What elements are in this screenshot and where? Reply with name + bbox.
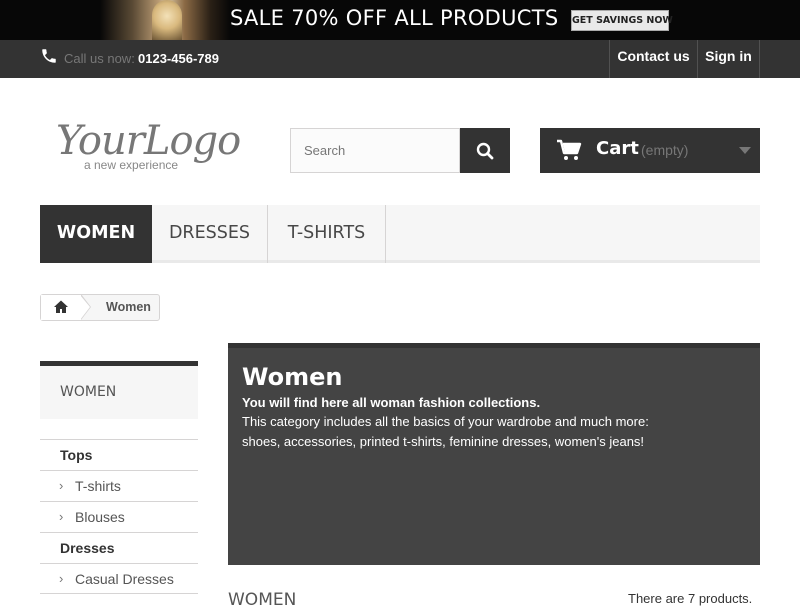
chevron-down-icon	[739, 147, 751, 154]
call-us-label: Call us now:	[64, 51, 135, 66]
phone-icon	[42, 49, 56, 63]
sidebar-item-label: Dresses	[60, 540, 115, 556]
breadcrumb-current: Women	[106, 300, 151, 314]
breadcrumb: Women	[40, 294, 160, 321]
chevron-right-icon: ›	[59, 571, 64, 586]
get-savings-button[interactable]: GET SAVINGS NOW	[571, 10, 673, 31]
top-nav-bar: Call us now: 0123-456-789 Contact us Sig…	[0, 40, 800, 78]
shopping-cart-icon	[557, 139, 582, 160]
site-logo[interactable]: YourLogo a new experience	[56, 118, 241, 178]
category-description-line2: shoes, accessories, printed t-shirts, fe…	[242, 434, 645, 449]
sidebar-title-text: WOMEN	[60, 384, 117, 400]
tab-women[interactable]: WOMEN	[40, 205, 152, 263]
breadcrumb-home-link[interactable]	[41, 295, 81, 320]
cart-button[interactable]: Cart (empty)	[540, 128, 760, 173]
product-listing-heading: WOMEN	[228, 590, 297, 610]
category-banner: Women You will find here all woman fashi…	[228, 343, 760, 565]
product-count: There are 7 products.	[628, 591, 753, 606]
chevron-right-icon: ›	[59, 478, 64, 493]
search-button[interactable]	[460, 128, 510, 173]
cart-status: (empty)	[641, 142, 689, 158]
logo-tagline: a new experience	[84, 158, 179, 172]
tab-t-shirts[interactable]: T-SHIRTS	[268, 205, 386, 263]
sidebar-item-tops[interactable]: Tops	[40, 439, 198, 470]
tab-dresses[interactable]: DRESSES	[152, 205, 268, 263]
sidebar-item-label: Casual Dresses	[75, 571, 174, 587]
search-input[interactable]	[290, 128, 460, 173]
promo-headline: SALE 70% OFF ALL PRODUCTS	[230, 6, 559, 30]
promo-model-image	[100, 0, 230, 40]
sidebar-item-blouses[interactable]: › Blouses	[40, 501, 198, 532]
contact-us-link[interactable]: Contact us	[609, 40, 698, 78]
category-description-line1: This category includes all the basics of…	[242, 414, 649, 429]
sidebar-item-label: T-shirts	[75, 478, 121, 494]
sidebar-item-label: Tops	[60, 447, 93, 463]
sidebar-item-label: Blouses	[75, 509, 125, 525]
cart-label: Cart	[596, 138, 639, 159]
main-menu: WOMEN DRESSES T-SHIRTS	[40, 205, 760, 263]
sidebar-item-t-shirts[interactable]: › T-shirts	[40, 470, 198, 501]
search-icon	[476, 142, 494, 160]
sign-in-link[interactable]: Sign in	[698, 40, 760, 78]
category-lead: You will find here all woman fashion col…	[242, 395, 541, 410]
promo-banner[interactable]: SALE 70% OFF ALL PRODUCTS GET SAVINGS NO…	[0, 0, 800, 40]
sidebar-item-casual-dresses[interactable]: › Casual Dresses	[40, 563, 198, 594]
sidebar-title: WOMEN	[40, 361, 198, 419]
chevron-right-icon: ›	[59, 509, 64, 524]
home-icon	[54, 300, 68, 313]
phone-number: 0123-456-789	[138, 51, 219, 66]
sidebar-item-dresses[interactable]: Dresses	[40, 532, 198, 563]
category-title: Women	[242, 363, 343, 391]
